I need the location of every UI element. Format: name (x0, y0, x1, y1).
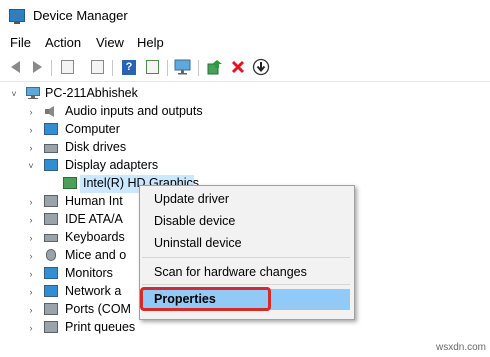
tree-item[interactable]: ˅ Display adapters (0, 157, 490, 175)
tree-item-label: Human Int (65, 194, 123, 208)
expand-chevron-icon[interactable]: › (26, 143, 36, 153)
update-driver-icon[interactable] (206, 58, 224, 76)
tree-item-label: Ports (COM (65, 302, 131, 316)
menu-view[interactable]: View (96, 35, 124, 50)
expand-chevron-icon[interactable]: › (26, 107, 36, 117)
tree-item[interactable]: › Print queues (0, 319, 490, 337)
expand-chevron-icon[interactable]: › (26, 197, 36, 207)
ctx-scan-hardware[interactable]: Scan for hardware changes (154, 265, 307, 279)
window-title: Device Manager (33, 8, 128, 23)
collapse-chevron-icon[interactable]: ˅ (26, 161, 36, 171)
menu-file[interactable]: File (10, 35, 31, 50)
expand-chevron-icon[interactable]: › (26, 305, 36, 315)
tree-item[interactable]: › Audio inputs and outputs (0, 103, 490, 121)
keyboard-icon (44, 234, 58, 242)
ctx-properties[interactable]: Properties (154, 292, 216, 306)
forward-arrow-icon[interactable] (28, 58, 46, 76)
toolbar-separator (167, 60, 168, 76)
display-adapter-icon (44, 159, 58, 171)
device-manager-icon (9, 9, 25, 24)
ctx-separator (142, 257, 350, 258)
hid-icon (44, 195, 58, 207)
tree-item-label: Keyboards (65, 230, 125, 244)
expand-chevron-icon[interactable]: › (26, 251, 36, 261)
monitor-icon (44, 267, 58, 279)
expand-chevron-icon[interactable]: › (26, 287, 36, 297)
ctx-update-driver[interactable]: Update driver (154, 192, 229, 206)
ctx-disable-device[interactable]: Disable device (154, 214, 235, 228)
tree-item-label: IDE ATA/A (65, 212, 123, 226)
uninstall-x-icon[interactable] (229, 58, 247, 76)
toolbar: ? (0, 55, 490, 82)
network-icon (44, 285, 58, 297)
toolbar-separator (51, 60, 52, 76)
collapse-chevron-icon[interactable]: ˅ (9, 89, 19, 99)
tree-item-label: Disk drives (65, 140, 127, 154)
properties-sheet-icon[interactable] (58, 58, 76, 76)
tree-item-label: Network a (65, 284, 122, 298)
expand-chevron-icon[interactable]: › (26, 269, 36, 279)
disk-icon (44, 144, 58, 153)
tree-item-label: Computer (65, 122, 120, 136)
expand-chevron-icon[interactable]: › (26, 233, 36, 243)
expand-chevron-icon[interactable]: › (26, 215, 36, 225)
tree-item-label: Print queues (65, 320, 136, 334)
disable-down-icon[interactable] (252, 58, 270, 76)
display-card-icon (63, 177, 77, 189)
expand-chevron-icon[interactable]: › (26, 323, 36, 333)
expand-chevron-icon[interactable]: › (26, 125, 36, 135)
tree-item[interactable]: › Disk drives (0, 139, 490, 157)
ctx-uninstall-device[interactable]: Uninstall device (154, 236, 242, 250)
tree-item-label: Mice and o (65, 248, 127, 262)
menu-bar: File Action View Help (0, 35, 490, 53)
monitor-scan-icon[interactable] (174, 58, 192, 76)
watermark: wsxdn.com (435, 342, 486, 353)
port-icon (44, 303, 58, 315)
tree-item-label: Monitors (65, 266, 113, 280)
menu-action[interactable]: Action (45, 35, 81, 50)
tree-item[interactable]: › Computer (0, 121, 490, 139)
ctx-separator (142, 284, 350, 285)
tree-item-label: Audio inputs and outputs (65, 104, 203, 118)
tree-item-label: Display adapters (65, 158, 159, 172)
menu-help[interactable]: Help (137, 35, 164, 50)
action-icon[interactable] (143, 58, 161, 76)
speaker-icon (45, 106, 54, 117)
title-bar: Device Manager (0, 0, 490, 32)
tree-root-label: PC-211Abhishek (45, 86, 138, 100)
computer-icon (44, 123, 58, 135)
context-menu: Update driver Disable device Uninstall d… (139, 185, 355, 320)
ide-icon (44, 213, 58, 225)
back-arrow-icon[interactable] (6, 58, 24, 76)
computer-root-icon (26, 87, 40, 99)
toolbar-separator (112, 60, 113, 76)
tree-root[interactable]: ˅ PC-211Abhishek (0, 85, 490, 103)
list-icon[interactable] (88, 58, 106, 76)
help-icon[interactable]: ? (120, 58, 138, 76)
toolbar-separator (198, 60, 199, 76)
mouse-icon (46, 249, 56, 261)
printer-icon (44, 321, 58, 333)
